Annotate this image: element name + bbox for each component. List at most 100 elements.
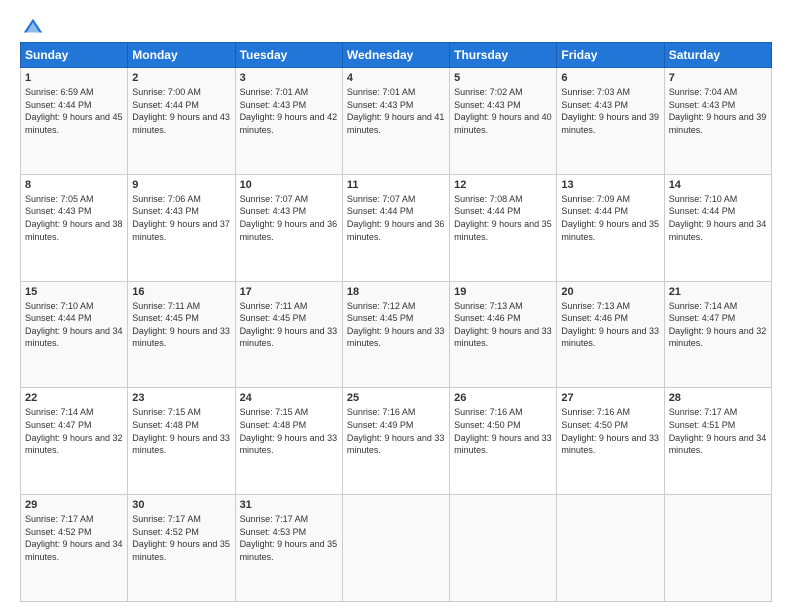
day-number: 29 [25,499,123,511]
week-row-5: 29 Sunrise: 7:17 AMSunset: 4:52 PMDayligh… [21,495,772,602]
day-number: 21 [669,286,767,298]
cell-info: Sunrise: 7:16 AMSunset: 4:49 PMDaylight:… [347,407,445,455]
cell-info: Sunrise: 6:59 AMSunset: 4:44 PMDaylight:… [25,87,123,135]
logo [20,16,44,34]
day-number: 12 [454,179,552,191]
cell-info: Sunrise: 7:06 AMSunset: 4:43 PMDaylight:… [132,194,230,242]
cell-info: Sunrise: 7:17 AMSunset: 4:52 PMDaylight:… [132,514,230,562]
day-number: 24 [240,392,338,404]
cell-info: Sunrise: 7:15 AMSunset: 4:48 PMDaylight:… [240,407,338,455]
day-header-thursday: Thursday [450,43,557,68]
calendar-cell: 28 Sunrise: 7:17 AMSunset: 4:51 PMDayligh… [664,388,771,495]
calendar-cell: 26 Sunrise: 7:16 AMSunset: 4:50 PMDayligh… [450,388,557,495]
cell-info: Sunrise: 7:03 AMSunset: 4:43 PMDaylight:… [561,87,659,135]
day-header-saturday: Saturday [664,43,771,68]
cell-info: Sunrise: 7:00 AMSunset: 4:44 PMDaylight:… [132,87,230,135]
cell-info: Sunrise: 7:17 AMSunset: 4:52 PMDaylight:… [25,514,123,562]
header [20,16,772,34]
day-header-monday: Monday [128,43,235,68]
cell-info: Sunrise: 7:14 AMSunset: 4:47 PMDaylight:… [669,301,767,349]
calendar-cell: 15Sunrise: 7:10 AMSunset: 4:44 PMDayligh… [21,281,128,388]
calendar-cell: 19 Sunrise: 7:13 AMSunset: 4:46 PMDayligh… [450,281,557,388]
calendar-cell: 8 Sunrise: 7:05 AMSunset: 4:43 PMDaylight… [21,174,128,281]
cell-info: Sunrise: 7:10 AMSunset: 4:44 PMDaylight:… [25,301,123,349]
cell-info: Sunrise: 7:16 AMSunset: 4:50 PMDaylight:… [454,407,552,455]
calendar-cell: 2 Sunrise: 7:00 AMSunset: 4:44 PMDaylight… [128,68,235,175]
page: SundayMondayTuesdayWednesdayThursdayFrid… [0,0,792,612]
day-number: 25 [347,392,445,404]
day-number: 1 [25,72,123,84]
cell-info: Sunrise: 7:11 AMSunset: 4:45 PMDaylight:… [132,301,230,349]
cell-info: Sunrise: 7:07 AMSunset: 4:44 PMDaylight:… [347,194,445,242]
day-number: 30 [132,499,230,511]
cell-info: Sunrise: 7:08 AMSunset: 4:44 PMDaylight:… [454,194,552,242]
calendar-cell: 24 Sunrise: 7:15 AMSunset: 4:48 PMDayligh… [235,388,342,495]
calendar-cell: 27 Sunrise: 7:16 AMSunset: 4:50 PMDayligh… [557,388,664,495]
calendar-cell [557,495,664,602]
day-number: 14 [669,179,767,191]
day-number: 26 [454,392,552,404]
calendar-cell [342,495,449,602]
day-header-sunday: Sunday [21,43,128,68]
cell-info: Sunrise: 7:16 AMSunset: 4:50 PMDaylight:… [561,407,659,455]
day-number: 2 [132,72,230,84]
week-row-1: 1 Sunrise: 6:59 AMSunset: 4:44 PMDaylight… [21,68,772,175]
day-number: 10 [240,179,338,191]
calendar-table: SundayMondayTuesdayWednesdayThursdayFrid… [20,42,772,602]
day-number: 19 [454,286,552,298]
cell-info: Sunrise: 7:09 AMSunset: 4:44 PMDaylight:… [561,194,659,242]
cell-info: Sunrise: 7:11 AMSunset: 4:45 PMDaylight:… [240,301,338,349]
calendar-cell: 12 Sunrise: 7:08 AMSunset: 4:44 PMDayligh… [450,174,557,281]
calendar-cell: 22 Sunrise: 7:14 AMSunset: 4:47 PMDayligh… [21,388,128,495]
day-number: 4 [347,72,445,84]
cell-info: Sunrise: 7:05 AMSunset: 4:43 PMDaylight:… [25,194,123,242]
day-number: 27 [561,392,659,404]
day-number: 11 [347,179,445,191]
calendar-cell: 17 Sunrise: 7:11 AMSunset: 4:45 PMDayligh… [235,281,342,388]
cell-info: Sunrise: 7:15 AMSunset: 4:48 PMDaylight:… [132,407,230,455]
calendar-cell: 29 Sunrise: 7:17 AMSunset: 4:52 PMDayligh… [21,495,128,602]
week-row-4: 22 Sunrise: 7:14 AMSunset: 4:47 PMDayligh… [21,388,772,495]
day-number: 17 [240,286,338,298]
day-number: 6 [561,72,659,84]
day-number: 22 [25,392,123,404]
day-number: 5 [454,72,552,84]
day-number: 3 [240,72,338,84]
header-row: SundayMondayTuesdayWednesdayThursdayFrid… [21,43,772,68]
calendar-cell: 23Sunrise: 7:15 AMSunset: 4:48 PMDayligh… [128,388,235,495]
day-number: 13 [561,179,659,191]
calendar-cell: 1 Sunrise: 6:59 AMSunset: 4:44 PMDaylight… [21,68,128,175]
calendar-cell: 18 Sunrise: 7:12 AMSunset: 4:45 PMDayligh… [342,281,449,388]
calendar-cell: 21 Sunrise: 7:14 AMSunset: 4:47 PMDayligh… [664,281,771,388]
calendar-cell: 14 Sunrise: 7:10 AMSunset: 4:44 PMDayligh… [664,174,771,281]
calendar-cell: 30 Sunrise: 7:17 AMSunset: 4:52 PMDayligh… [128,495,235,602]
day-number: 20 [561,286,659,298]
day-header-tuesday: Tuesday [235,43,342,68]
cell-info: Sunrise: 7:17 AMSunset: 4:51 PMDaylight:… [669,407,767,455]
calendar-cell: 11 Sunrise: 7:07 AMSunset: 4:44 PMDayligh… [342,174,449,281]
logo-icon [22,16,44,38]
cell-info: Sunrise: 7:10 AMSunset: 4:44 PMDaylight:… [669,194,767,242]
cell-info: Sunrise: 7:14 AMSunset: 4:47 PMDaylight:… [25,407,123,455]
day-number: 8 [25,179,123,191]
calendar-cell: 6 Sunrise: 7:03 AMSunset: 4:43 PMDaylight… [557,68,664,175]
day-number: 9 [132,179,230,191]
calendar-cell: 31Sunrise: 7:17 AMSunset: 4:53 PMDayligh… [235,495,342,602]
calendar-cell: 3 Sunrise: 7:01 AMSunset: 4:43 PMDaylight… [235,68,342,175]
calendar-cell: 7Sunrise: 7:04 AMSunset: 4:43 PMDaylight… [664,68,771,175]
calendar-cell: 13 Sunrise: 7:09 AMSunset: 4:44 PMDayligh… [557,174,664,281]
cell-info: Sunrise: 7:01 AMSunset: 4:43 PMDaylight:… [240,87,338,135]
calendar-cell: 4Sunrise: 7:01 AMSunset: 4:43 PMDaylight… [342,68,449,175]
day-number: 28 [669,392,767,404]
calendar-cell: 5 Sunrise: 7:02 AMSunset: 4:43 PMDaylight… [450,68,557,175]
cell-info: Sunrise: 7:13 AMSunset: 4:46 PMDaylight:… [454,301,552,349]
cell-info: Sunrise: 7:12 AMSunset: 4:45 PMDaylight:… [347,301,445,349]
calendar-cell: 25 Sunrise: 7:16 AMSunset: 4:49 PMDayligh… [342,388,449,495]
cell-info: Sunrise: 7:13 AMSunset: 4:46 PMDaylight:… [561,301,659,349]
day-header-friday: Friday [557,43,664,68]
day-number: 18 [347,286,445,298]
cell-info: Sunrise: 7:02 AMSunset: 4:43 PMDaylight:… [454,87,552,135]
day-header-wednesday: Wednesday [342,43,449,68]
cell-info: Sunrise: 7:17 AMSunset: 4:53 PMDaylight:… [240,514,338,562]
calendar-cell [664,495,771,602]
